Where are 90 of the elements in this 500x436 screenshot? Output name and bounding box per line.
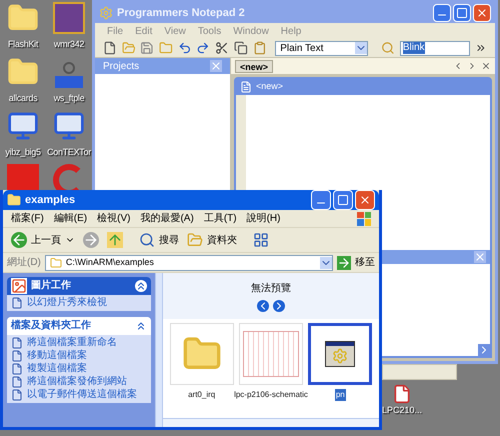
desktop-icon-label[interactable]: LPC210... — [382, 404, 422, 418]
paste-icon[interactable] — [252, 41, 266, 55]
maximize-icon — [456, 7, 468, 19]
desktop-icon-label[interactable]: wmr342 — [54, 38, 84, 52]
previous-icon[interactable] — [257, 300, 269, 312]
preview-message: 無法預覽 — [251, 282, 291, 296]
document-icon — [240, 81, 252, 93]
folder-icon — [187, 232, 203, 248]
scrollbar[interactable] — [155, 273, 163, 427]
up-folder-icon[interactable] — [107, 232, 123, 248]
folder-icon — [50, 256, 62, 268]
collapse-icon[interactable] — [135, 280, 147, 292]
folder-icon — [7, 193, 21, 207]
schematic-thumbnail — [242, 331, 299, 377]
desktop-icon-label[interactable]: ws_ftple — [54, 92, 84, 106]
file-name[interactable]: pn — [334, 389, 346, 401]
redo-icon[interactable] — [196, 41, 210, 55]
document-title: <new> — [256, 80, 284, 94]
panel-title: Projects — [103, 60, 140, 74]
menu-item[interactable]: View — [164, 24, 186, 38]
maximize-button[interactable] — [453, 4, 471, 22]
search-icon — [139, 232, 155, 248]
cut-icon[interactable] — [215, 41, 229, 55]
window-title: examples — [25, 192, 76, 208]
minimize-button[interactable] — [311, 190, 331, 210]
document-tab[interactable]: <new> — [235, 60, 274, 72]
search-button[interactable]: 搜尋 — [139, 232, 179, 248]
menu-item[interactable]: 說明(H) — [246, 211, 280, 226]
task-link[interactable]: 將這個檔案發佈到網站 — [27, 376, 127, 388]
menu-item[interactable]: 我的最愛(A) — [140, 211, 194, 226]
task-icon — [11, 337, 23, 349]
maximize-button[interactable] — [333, 190, 353, 210]
menu-item[interactable]: Help — [280, 24, 302, 38]
desktop-icon-label[interactable]: yibz_big5 — [5, 146, 41, 160]
scheme-dropdown[interactable]: Plain Text — [275, 40, 368, 56]
picture-icon — [11, 278, 27, 294]
task-icon — [11, 297, 23, 309]
menu-item[interactable]: 檔案(F) — [11, 211, 44, 226]
address-field[interactable]: C:\WinARM\examples — [44, 254, 333, 270]
scroll-right-icon[interactable] — [478, 344, 490, 356]
window-title: Programmers Notepad 2 — [117, 6, 246, 21]
undo-icon[interactable] — [178, 41, 192, 55]
forward-icon[interactable] — [83, 232, 99, 248]
close-button[interactable] — [473, 4, 491, 22]
computer-icon — [53, 110, 85, 142]
menu-item[interactable]: Edit — [135, 24, 152, 38]
program-window-icon — [325, 341, 356, 367]
menu-item[interactable]: 工具(T) — [204, 211, 237, 226]
menu-item[interactable]: 編輯(E) — [54, 211, 88, 226]
menu-item[interactable]: Window — [233, 24, 269, 38]
desktop-icon-label[interactable]: ConTEXTor — [47, 146, 91, 160]
app-icon — [99, 6, 113, 20]
task-link[interactable]: 移動這個檔案 — [27, 350, 87, 362]
close-icon — [476, 7, 488, 19]
computer-icon — [7, 110, 39, 142]
desktop-icon-label[interactable]: FlashKit — [8, 38, 38, 52]
next-icon[interactable] — [273, 300, 285, 312]
close-icon — [359, 194, 371, 206]
menu-item[interactable]: File — [107, 24, 124, 38]
find-field[interactable]: Blink — [400, 40, 470, 56]
maximize-icon — [337, 194, 349, 206]
task-link[interactable]: 複製這個檔案 — [27, 363, 87, 375]
minimize-button[interactable] — [433, 4, 451, 22]
task-icon — [11, 376, 23, 388]
close-button[interactable] — [355, 190, 375, 210]
back-button[interactable]: 上一頁 — [11, 232, 75, 248]
go-button[interactable]: 移至 — [337, 255, 375, 270]
address-label: 網址(D) — [7, 256, 41, 270]
views-icon[interactable] — [253, 232, 269, 248]
document-icon — [392, 384, 412, 404]
desktop-icon-label[interactable]: allcards — [8, 92, 38, 106]
folders-button[interactable]: 資料夾 — [187, 232, 237, 248]
copy-icon[interactable] — [234, 41, 248, 55]
task-icon — [11, 350, 23, 362]
windows-logo-icon — [357, 212, 371, 226]
task-icon — [11, 389, 23, 401]
archive-icon — [53, 2, 85, 34]
task-link[interactable]: 以幻燈片秀來檢視 — [27, 297, 107, 309]
file-name[interactable]: lpc-p2106-schematic — [233, 389, 309, 401]
menu-item[interactable]: Tools — [198, 24, 222, 38]
task-link[interactable]: 將這個檔案重新命名 — [27, 337, 117, 349]
task-link[interactable]: 以電子郵件傳送這個檔案 — [27, 389, 137, 401]
thumbnail-frame[interactable] — [308, 323, 372, 385]
menu-item[interactable]: 檢視(V) — [97, 211, 130, 226]
save-icon[interactable] — [140, 41, 154, 55]
close-icon[interactable] — [481, 61, 491, 71]
file-name[interactable]: art0_irq — [187, 389, 216, 401]
new-file-icon[interactable] — [103, 41, 117, 55]
horizontal-scrollbar[interactable] — [163, 418, 379, 427]
task-icon — [11, 363, 23, 375]
